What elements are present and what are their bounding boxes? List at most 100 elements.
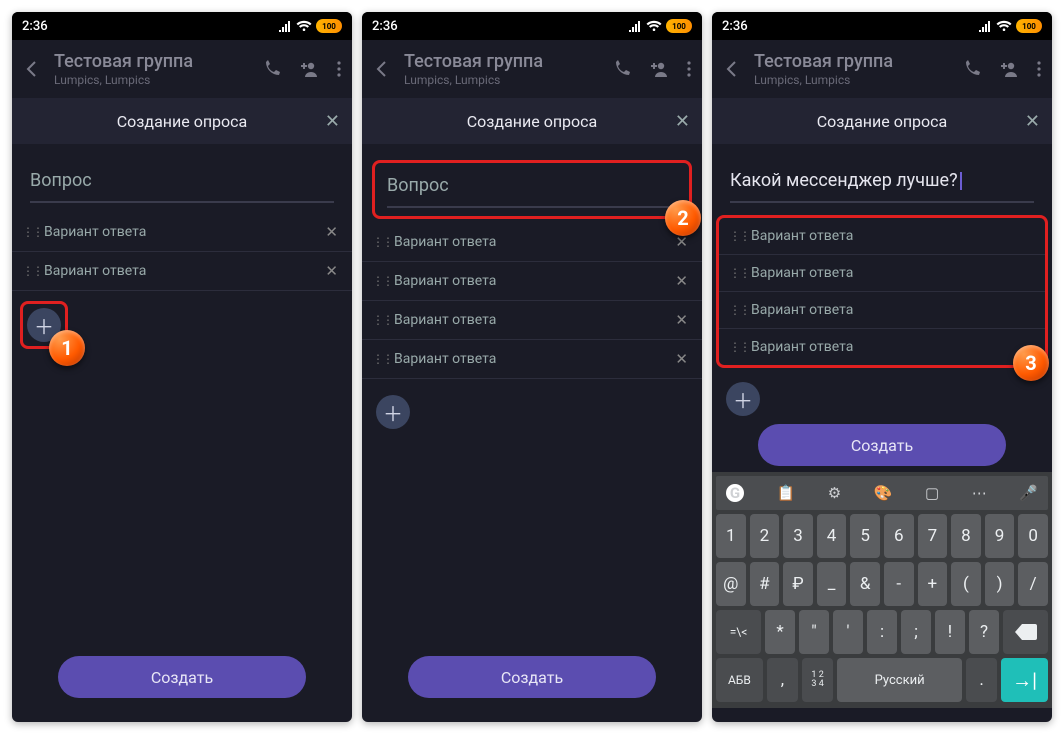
back-icon[interactable] — [722, 59, 744, 79]
status-icons: 100 — [628, 19, 692, 33]
key-period[interactable]: . — [966, 658, 997, 702]
drag-handle-icon[interactable] — [729, 229, 741, 243]
palette-icon[interactable]: 🎨 — [874, 484, 893, 502]
drag-handle-icon[interactable] — [22, 264, 34, 278]
chat-title: Тестовая группа — [404, 51, 602, 72]
remove-option-icon[interactable]: ✕ — [323, 262, 340, 280]
step-badge-3: 3 — [1013, 345, 1049, 381]
question-input[interactable]: Вопрос — [30, 164, 334, 203]
key-enter[interactable]: →| — [1001, 658, 1048, 702]
key--[interactable]: - — [884, 562, 914, 606]
create-button[interactable]: Создать — [58, 656, 306, 698]
add-option-button[interactable]: ＋ — [376, 395, 410, 429]
drag-handle-icon[interactable] — [729, 303, 741, 317]
option-row[interactable]: Вариант ответа ✕ — [362, 340, 702, 379]
drag-handle-icon[interactable] — [372, 235, 384, 249]
key-'[interactable]: ' — [833, 610, 863, 654]
add-option-button[interactable]: ＋ — [726, 382, 760, 416]
key-numeric[interactable]: 1 23 4 — [802, 658, 833, 702]
option-row[interactable]: Вариант ответа ✕ — [12, 213, 352, 252]
key-7[interactable]: 7 — [918, 514, 948, 558]
more-icon[interactable] — [336, 59, 342, 79]
key-2[interactable]: 2 — [750, 514, 780, 558]
sticker-icon[interactable]: ▢ — [925, 484, 939, 502]
clipboard-icon[interactable]: 📋 — [777, 484, 796, 502]
subheader-title: Создание опроса — [467, 112, 597, 131]
key-?[interactable]: ? — [969, 610, 999, 654]
key-abc[interactable]: АБВ — [716, 658, 763, 702]
option-row[interactable]: Вариант ответа — [719, 218, 1045, 255]
key-)[interactable]: ) — [985, 562, 1015, 606]
close-icon[interactable]: ✕ — [675, 111, 690, 132]
key-![interactable]: ! — [935, 610, 965, 654]
back-icon[interactable] — [372, 59, 394, 79]
drag-handle-icon[interactable] — [372, 313, 384, 327]
google-icon[interactable]: G — [726, 484, 744, 502]
remove-option-icon[interactable]: ✕ — [323, 223, 340, 241]
option-row[interactable]: Вариант ответа — [719, 292, 1045, 329]
key-6[interactable]: 6 — [884, 514, 914, 558]
more-icon[interactable] — [686, 59, 692, 79]
key-+[interactable]: + — [918, 562, 948, 606]
option-row[interactable]: Вариант ответа ✕ — [362, 301, 702, 340]
key-([interactable]: ( — [951, 562, 981, 606]
chat-title-block[interactable]: Тестовая группа Lumpics, Lumpics — [754, 51, 952, 87]
key-space[interactable]: Русский — [837, 658, 962, 702]
option-row[interactable]: Вариант ответа — [719, 255, 1045, 292]
key-comma[interactable]: , — [767, 658, 798, 702]
key-1[interactable]: 1 — [716, 514, 746, 558]
close-icon[interactable]: ✕ — [1025, 111, 1040, 132]
back-icon[interactable] — [22, 59, 44, 79]
mic-icon[interactable]: 🎤 — [1019, 484, 1038, 502]
key-;[interactable]: ; — [901, 610, 931, 654]
chat-title-block[interactable]: Тестовая группа Lumpics, Lumpics — [404, 51, 602, 87]
key-4[interactable]: 4 — [817, 514, 847, 558]
question-input[interactable]: Какой мессенджер лучше? — [730, 164, 1034, 203]
remove-option-icon[interactable]: ✕ — [673, 311, 690, 329]
option-row[interactable]: Вариант ответа — [719, 329, 1045, 365]
remove-option-icon[interactable]: ✕ — [673, 350, 690, 368]
key-@[interactable]: @ — [716, 562, 746, 606]
key-8[interactable]: 8 — [951, 514, 981, 558]
key-#[interactable]: # — [750, 562, 780, 606]
key-*[interactable]: * — [765, 610, 795, 654]
option-row[interactable]: Вариант ответа ✕ — [362, 223, 702, 262]
call-icon[interactable] — [612, 59, 632, 79]
key-₽[interactable]: ₽ — [783, 562, 813, 606]
subheader-title: Создание опроса — [117, 112, 247, 131]
chat-subtitle: Lumpics, Lumpics — [404, 73, 602, 87]
question-input[interactable]: Вопрос — [387, 169, 677, 208]
key-0[interactable]: 0 — [1018, 514, 1048, 558]
kb-more-icon[interactable]: ⋯ — [972, 484, 987, 502]
key-&[interactable]: & — [850, 562, 880, 606]
key-/[interactable]: / — [1018, 562, 1048, 606]
option-placeholder: Вариант ответа — [44, 263, 313, 279]
key-:[interactable]: : — [867, 610, 897, 654]
remove-option-icon[interactable]: ✕ — [673, 272, 690, 290]
key-backspace[interactable] — [1003, 610, 1048, 654]
call-icon[interactable] — [962, 59, 982, 79]
drag-handle-icon[interactable] — [729, 266, 741, 280]
key-5[interactable]: 5 — [850, 514, 880, 558]
chat-title-block[interactable]: Тестовая группа Lumpics, Lumpics — [54, 51, 252, 87]
close-icon[interactable]: ✕ — [325, 111, 340, 132]
drag-handle-icon[interactable] — [372, 352, 384, 366]
key-symbols-shift[interactable]: =\< — [716, 610, 761, 654]
add-user-icon[interactable] — [298, 59, 320, 79]
key-_[interactable]: _ — [817, 562, 847, 606]
add-user-icon[interactable] — [648, 59, 670, 79]
drag-handle-icon[interactable] — [372, 274, 384, 288]
add-user-icon[interactable] — [998, 59, 1020, 79]
key-"[interactable]: " — [799, 610, 829, 654]
key-9[interactable]: 9 — [985, 514, 1015, 558]
more-icon[interactable] — [1036, 59, 1042, 79]
call-icon[interactable] — [262, 59, 282, 79]
drag-handle-icon[interactable] — [729, 340, 741, 354]
drag-handle-icon[interactable] — [22, 225, 34, 239]
option-row[interactable]: Вариант ответа ✕ — [12, 252, 352, 291]
create-button[interactable]: Создать — [758, 424, 1006, 466]
create-button[interactable]: Создать — [408, 656, 656, 698]
settings-icon[interactable]: ⚙ — [828, 484, 841, 502]
key-3[interactable]: 3 — [783, 514, 813, 558]
option-row[interactable]: Вариант ответа ✕ — [362, 262, 702, 301]
